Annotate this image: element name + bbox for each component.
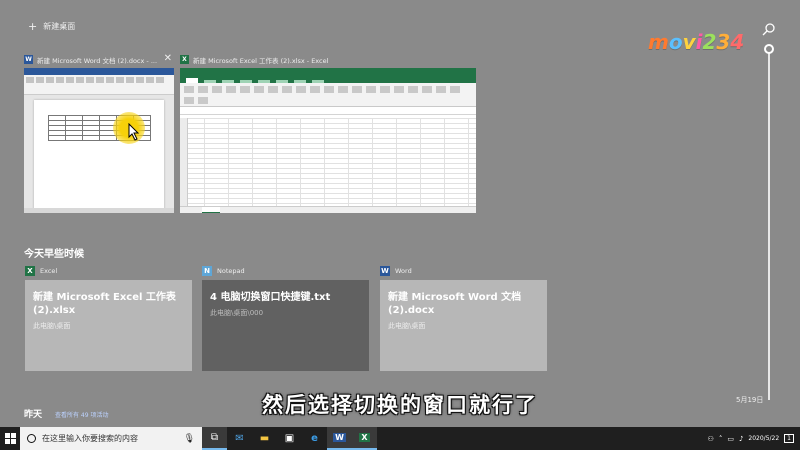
card-app-label: X Excel bbox=[25, 266, 57, 276]
timeline-scrollbar[interactable] bbox=[768, 45, 770, 400]
card-path: 此电脑\桌面\000 bbox=[210, 309, 264, 317]
logo-letter: v bbox=[682, 30, 696, 54]
new-desktop-label: 新建桌面 bbox=[43, 22, 76, 31]
card-app-label: W Word bbox=[380, 266, 412, 276]
logo-letter: 2 bbox=[702, 30, 717, 54]
people-icon[interactable]: ⚇ bbox=[708, 435, 714, 443]
card-app-name: Word bbox=[395, 267, 412, 275]
notification-center-icon[interactable]: 1 bbox=[784, 434, 794, 443]
taskbar-edge[interactable]: e bbox=[302, 427, 327, 450]
new-desktop-button[interactable]: + 新建桌面 bbox=[28, 21, 75, 32]
excel-ribbon bbox=[180, 83, 476, 107]
card-title: 新建 Microsoft Word 文档 (2).docx bbox=[388, 292, 522, 316]
folder-icon: ▬ bbox=[259, 433, 270, 444]
card-app-name: Excel bbox=[40, 267, 58, 275]
windows-logo-icon bbox=[4, 433, 16, 444]
excel-cell-grid bbox=[180, 118, 476, 206]
timeline-section-title: 今天早些时候 bbox=[24, 249, 84, 260]
excel-app-icon: X bbox=[180, 55, 189, 64]
edge-icon: e bbox=[311, 433, 318, 444]
notepad-icon: N bbox=[202, 266, 212, 276]
activity-card-word[interactable]: 新建 Microsoft Word 文档 (2).docx 此电脑\桌面 bbox=[380, 280, 547, 371]
word-icon: W bbox=[333, 433, 346, 442]
taskbar-clock[interactable]: 2020/5/22 bbox=[748, 435, 779, 442]
clock-date: 2020/5/22 bbox=[748, 435, 780, 442]
taskbar-file-explorer[interactable]: ▬ bbox=[252, 427, 277, 450]
close-icon[interactable]: ✕ bbox=[164, 53, 172, 64]
card-title: 4 电脑切换窗口快捷键.txt bbox=[210, 292, 331, 303]
excel-icon: X bbox=[25, 266, 35, 276]
excel-formula-bar bbox=[180, 107, 476, 115]
task-view-icon: ⧉ bbox=[210, 432, 219, 443]
mail-icon: ✉ bbox=[235, 433, 244, 444]
mouse-pointer-icon bbox=[128, 123, 140, 141]
show-hidden-icons-chevron-icon[interactable]: ˄ bbox=[719, 435, 723, 443]
network-icon[interactable]: ▭ bbox=[727, 435, 734, 443]
word-title-strip bbox=[24, 68, 174, 75]
activity-card-excel[interactable]: 新建 Microsoft Excel 工作表 (2).xlsx 此电脑\桌面 bbox=[25, 280, 192, 371]
word-app-icon: W bbox=[24, 55, 33, 64]
word-icon: W bbox=[380, 266, 390, 276]
excel-title-strip bbox=[180, 68, 476, 77]
start-button[interactable] bbox=[0, 427, 20, 450]
taskbar: 在这里输入你要搜索的内容 🎙 ⧉ ✉ ▬ ▣ e W X ⚇ ˄ ▭ ♪ 202… bbox=[0, 427, 800, 450]
excel-window-preview bbox=[180, 68, 476, 213]
video-subtitle: 然后选择切换的窗口就行了 bbox=[262, 393, 538, 417]
logo-letter: o bbox=[668, 30, 683, 54]
logo-letter: 4 bbox=[730, 30, 744, 54]
cortana-icon bbox=[27, 434, 36, 443]
task-view-button[interactable]: ⧉ bbox=[202, 427, 227, 450]
card-path: 此电脑\桌面 bbox=[388, 322, 426, 330]
taskbar-mail[interactable]: ✉ bbox=[227, 427, 252, 450]
taskbar-excel[interactable]: X bbox=[352, 427, 377, 450]
plus-icon: + bbox=[28, 19, 38, 33]
card-title: 新建 Microsoft Excel 工作表 (2).xlsx bbox=[33, 292, 176, 316]
timeline-current-dot[interactable] bbox=[764, 44, 774, 54]
taskbar-word[interactable]: W bbox=[327, 427, 352, 450]
word-status-bar bbox=[24, 208, 174, 213]
window-thumbnail-excel[interactable]: X 新建 Microsoft Excel 工作表 (2).xlsx - Exce… bbox=[180, 53, 476, 213]
logo-letter: i bbox=[695, 30, 703, 54]
watermark-logo: m o v i 2 3 4 bbox=[648, 30, 744, 54]
microphone-icon[interactable]: 🎙 bbox=[184, 434, 195, 444]
excel-row-headers bbox=[180, 118, 188, 206]
card-app-label: N Notepad bbox=[202, 266, 245, 276]
window-title-bar: W 新建 Microsoft Word 文档 (2).docx - ... bbox=[24, 53, 174, 66]
word-ribbon bbox=[24, 75, 174, 95]
word-document-page bbox=[34, 100, 164, 210]
taskbar-search-box[interactable]: 在这里输入你要搜索的内容 🎙 bbox=[20, 427, 202, 450]
window-title-bar: X 新建 Microsoft Excel 工作表 (2).xlsx - Exce… bbox=[180, 53, 476, 66]
logo-letter: 3 bbox=[716, 30, 730, 54]
card-path: 此电脑\桌面 bbox=[33, 322, 71, 330]
system-tray: ⚇ ˄ ▭ ♪ 2020/5/22 1 bbox=[708, 434, 800, 443]
window-thumbnail-word[interactable]: W 新建 Microsoft Word 文档 (2).docx - ... ✕ bbox=[24, 53, 174, 213]
taskbar-store[interactable]: ▣ bbox=[277, 427, 302, 450]
window-title: 新建 Microsoft Excel 工作表 (2).xlsx - Excel bbox=[193, 56, 329, 65]
excel-icon: X bbox=[359, 433, 370, 442]
excel-sheet-tabs bbox=[180, 206, 476, 213]
search-placeholder: 在这里输入你要搜索的内容 bbox=[42, 434, 138, 443]
activity-card-notepad[interactable]: 4 电脑切换窗口快捷键.txt 此电脑\桌面\000 bbox=[202, 280, 369, 371]
card-app-name: Notepad bbox=[217, 267, 245, 275]
word-window-preview bbox=[24, 68, 174, 213]
store-bag-icon: ▣ bbox=[284, 433, 295, 444]
volume-icon[interactable]: ♪ bbox=[739, 435, 743, 443]
logo-letter: m bbox=[648, 30, 669, 54]
window-title: 新建 Microsoft Word 文档 (2).docx - ... bbox=[37, 56, 158, 65]
search-icon[interactable] bbox=[762, 22, 776, 36]
